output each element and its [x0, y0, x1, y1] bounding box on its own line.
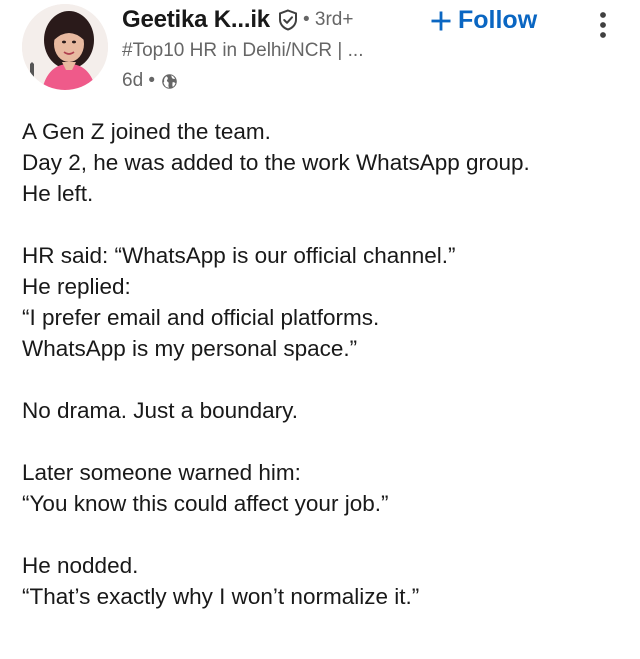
post-line: “You know this could affect your job.”: [22, 491, 389, 516]
avatar[interactable]: [22, 4, 108, 90]
author-headline: #Top10 HR in Delhi/NCR | ...: [122, 40, 364, 61]
avatar-photo: [22, 4, 108, 90]
post-line: HR said: “WhatsApp is our official chann…: [22, 243, 456, 268]
post-line: “I prefer email and official platforms.: [22, 305, 380, 330]
connection-degree: • 3rd+: [302, 9, 354, 30]
follow-label: Follow: [458, 6, 538, 34]
shield-check-icon: [277, 9, 299, 31]
post-line: WhatsApp is my personal space.”: [22, 336, 358, 361]
post-meta: 6d •: [122, 70, 178, 92]
post-body: A Gen Z joined the team. Day 2, he was a…: [22, 116, 622, 612]
author-row: Geetika K...ik • 3rd+: [122, 6, 353, 34]
post-line: He replied:: [22, 274, 131, 299]
post-line: A Gen Z joined the team.: [22, 119, 271, 144]
post-time: 6d •: [122, 70, 156, 91]
author-name[interactable]: Geetika K...ik: [122, 6, 270, 34]
post-line: Day 2, he was added to the work WhatsApp…: [22, 150, 530, 175]
post-line: “That’s exactly why I won’t normalize it…: [22, 584, 420, 609]
post-line: No drama. Just a boundary.: [22, 398, 298, 423]
plus-icon: [430, 10, 452, 32]
more-options-button[interactable]: [593, 10, 613, 40]
more-vertical-icon: [600, 12, 606, 38]
follow-button[interactable]: Follow: [430, 6, 537, 35]
feed-post: Geetika K...ik • 3rd+ #Top10 HR in Delhi…: [0, 0, 640, 659]
post-line: He left.: [22, 181, 94, 206]
post-line: Later someone warned him:: [22, 460, 301, 485]
globe-icon: [161, 73, 178, 90]
post-line: He nodded.: [22, 553, 139, 578]
